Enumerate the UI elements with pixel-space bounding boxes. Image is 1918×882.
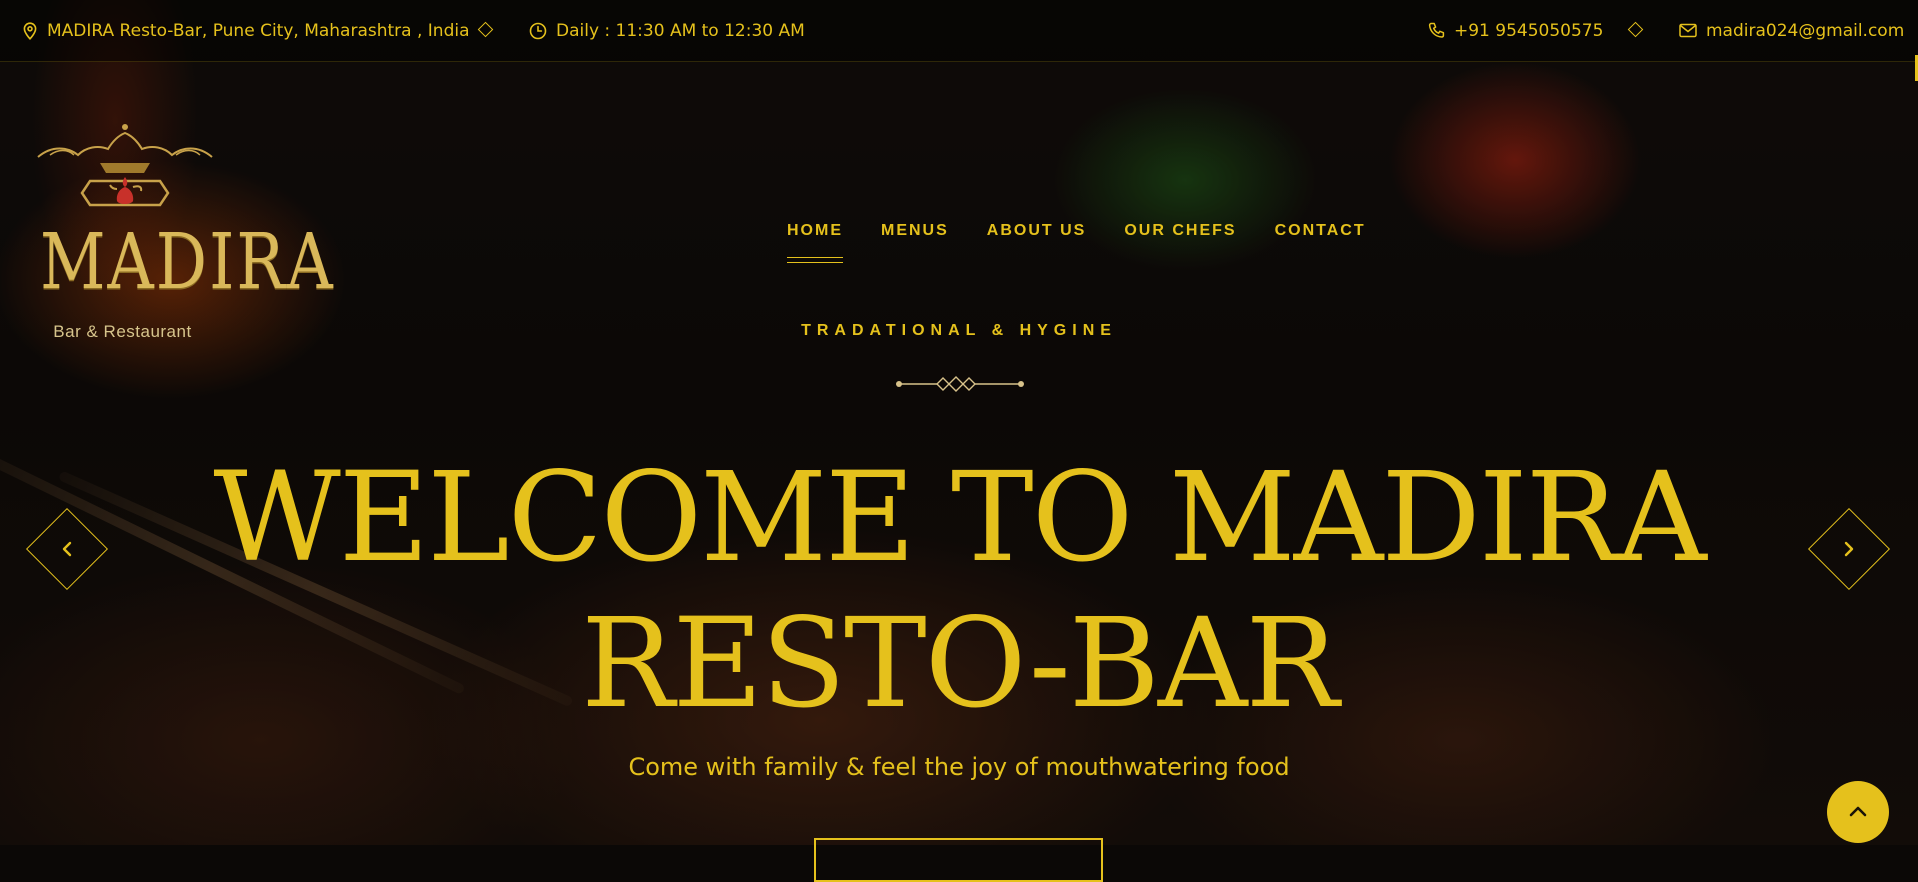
headline-line-2: RESTO-BAR (581, 592, 1339, 736)
headline-line-1: WELCOME TO MADIRA (213, 446, 1706, 590)
hero-headline: WELCOME TO MADIRA RESTO-BAR (0, 445, 1918, 737)
email-link[interactable]: madira024@gmail.com (1706, 21, 1904, 41)
top-info-bar: MADIRA Resto-Bar, Pune City, Maharashtra… (0, 0, 1918, 62)
logo-emblem-icon (37, 124, 213, 207)
nav-home[interactable]: HOME (787, 222, 843, 263)
phone-info[interactable]: +91 9545050575 (1428, 0, 1603, 61)
hero-tagline: Come with family & feel the joy of mouth… (628, 753, 1290, 781)
phone-link[interactable]: +91 9545050575 (1454, 21, 1603, 41)
divider-diamond (1627, 21, 1644, 38)
nav-contact[interactable]: CONTACT (1275, 222, 1366, 240)
address-text: MADIRA Resto-Bar, Pune City, Maharashtra… (47, 20, 470, 41)
chevron-left-icon (62, 541, 72, 557)
back-to-top-button[interactable] (1827, 781, 1889, 843)
address-info: MADIRA Resto-Bar, Pune City, Maharashtra… (22, 0, 470, 61)
hours-info: Daily : 11:30 AM to 12:30 AM (529, 0, 805, 61)
hero-subtitle: TRADATIONAL & HYGINE (801, 322, 1117, 339)
phone-icon (1428, 22, 1445, 38)
mail-icon (1679, 23, 1697, 38)
email-info[interactable]: madira024@gmail.com (1679, 0, 1904, 61)
main-navigation: HOME MENUS ABOUT US OUR CHEFS CONTACT (787, 222, 1366, 263)
chevron-up-icon (1849, 806, 1867, 817)
brand-name: MADIRA (40, 218, 335, 308)
nav-about-us[interactable]: ABOUT US (987, 222, 1087, 240)
hours-text: Daily : 11:30 AM to 12:30 AM (556, 20, 805, 41)
map-pin-icon (23, 21, 37, 40)
nav-our-chefs[interactable]: OUR CHEFS (1124, 222, 1236, 240)
chevron-right-icon (1844, 541, 1854, 557)
clock-icon (529, 22, 547, 39)
divider-ornament-icon (896, 376, 1024, 392)
divider-diamond (477, 21, 494, 38)
nav-menus[interactable]: MENUS (881, 222, 949, 240)
